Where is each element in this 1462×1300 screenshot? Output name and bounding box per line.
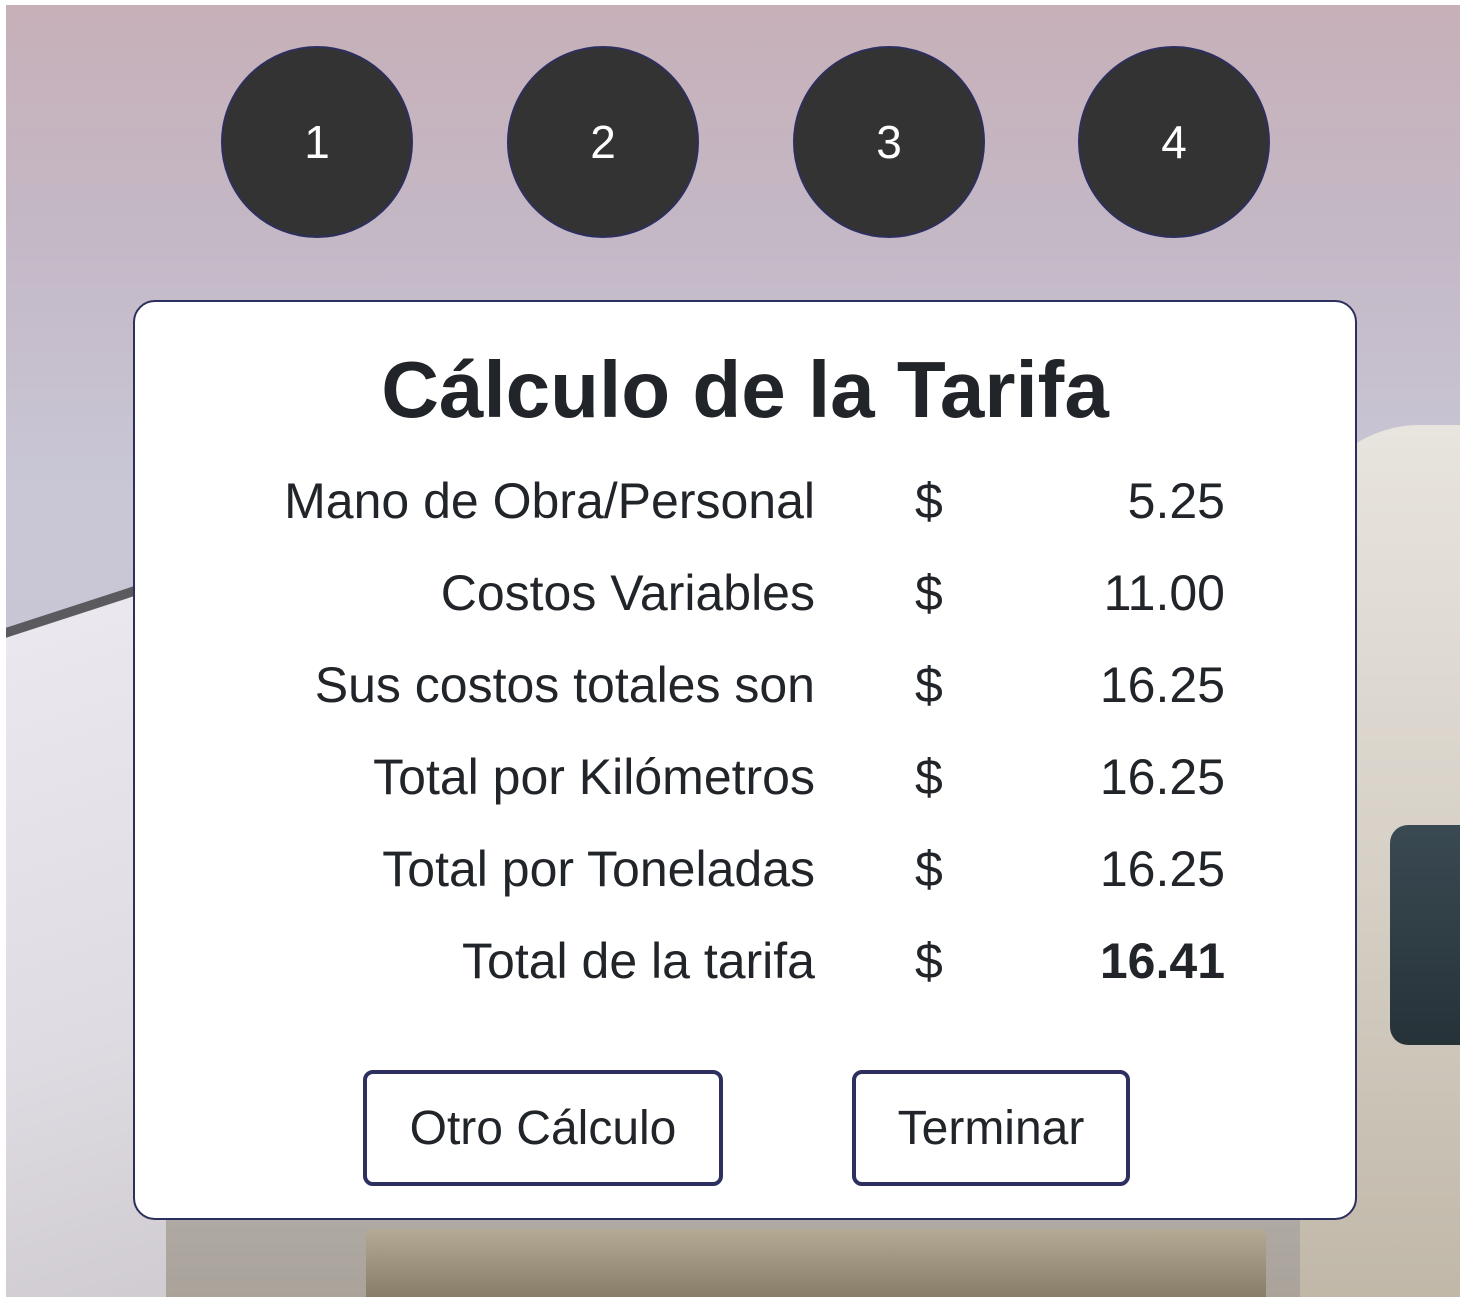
other-calculation-button[interactable]: Otro Cálculo (363, 1070, 723, 1186)
row-labor-cost: Mano de Obra/Personal $ 5.25 (135, 472, 1355, 564)
currency-symbol: $ (915, 473, 943, 529)
row-label: Costos Variables (440, 565, 815, 621)
row-value: 16.25 (1099, 749, 1225, 805)
row-label: Total de la tarifa (462, 933, 815, 989)
row-value: 5.25 (1127, 473, 1225, 529)
row-label: Mano de Obra/Personal (284, 473, 815, 529)
total-tariff-value: 16.41 (1099, 933, 1225, 989)
currency-symbol: $ (915, 933, 943, 989)
row-total-per-km: Total por Kilómetros $ 16.25 (135, 748, 1355, 840)
currency-symbol: $ (915, 841, 943, 897)
finish-button[interactable]: Terminar (852, 1070, 1130, 1186)
row-value: 16.25 (1099, 657, 1225, 713)
cost-breakdown: Mano de Obra/Personal $ 5.25 Costos Vari… (135, 472, 1355, 1024)
tariff-result-card: Cálculo de la Tarifa Mano de Obra/Person… (133, 300, 1357, 1220)
row-label: Total por Kilómetros (373, 749, 815, 805)
step-1-button[interactable]: 1 (221, 46, 413, 238)
truck-grille (366, 1230, 1266, 1297)
row-label: Total por Toneladas (382, 841, 815, 897)
row-value: 11.00 (1103, 565, 1225, 621)
card-title: Cálculo de la Tarifa (381, 345, 1109, 434)
currency-symbol: $ (915, 657, 943, 713)
step-3-button[interactable]: 3 (793, 46, 985, 238)
row-value: 16.25 (1099, 841, 1225, 897)
step-4-button[interactable]: 4 (1078, 46, 1270, 238)
step-indicator: 1 2 3 4 (221, 46, 1271, 238)
row-total-costs: Sus costos totales son $ 16.25 (135, 656, 1355, 748)
currency-symbol: $ (915, 749, 943, 805)
row-total-tariff: Total de la tarifa $ 16.41 (135, 932, 1355, 1024)
row-variable-costs: Costos Variables $ 11.00 (135, 564, 1355, 656)
row-label: Sus costos totales son (314, 657, 815, 713)
row-total-per-ton: Total por Toneladas $ 16.25 (135, 840, 1355, 932)
step-2-button[interactable]: 2 (507, 46, 699, 238)
truck-window (1390, 825, 1460, 1045)
currency-symbol: $ (915, 565, 943, 621)
